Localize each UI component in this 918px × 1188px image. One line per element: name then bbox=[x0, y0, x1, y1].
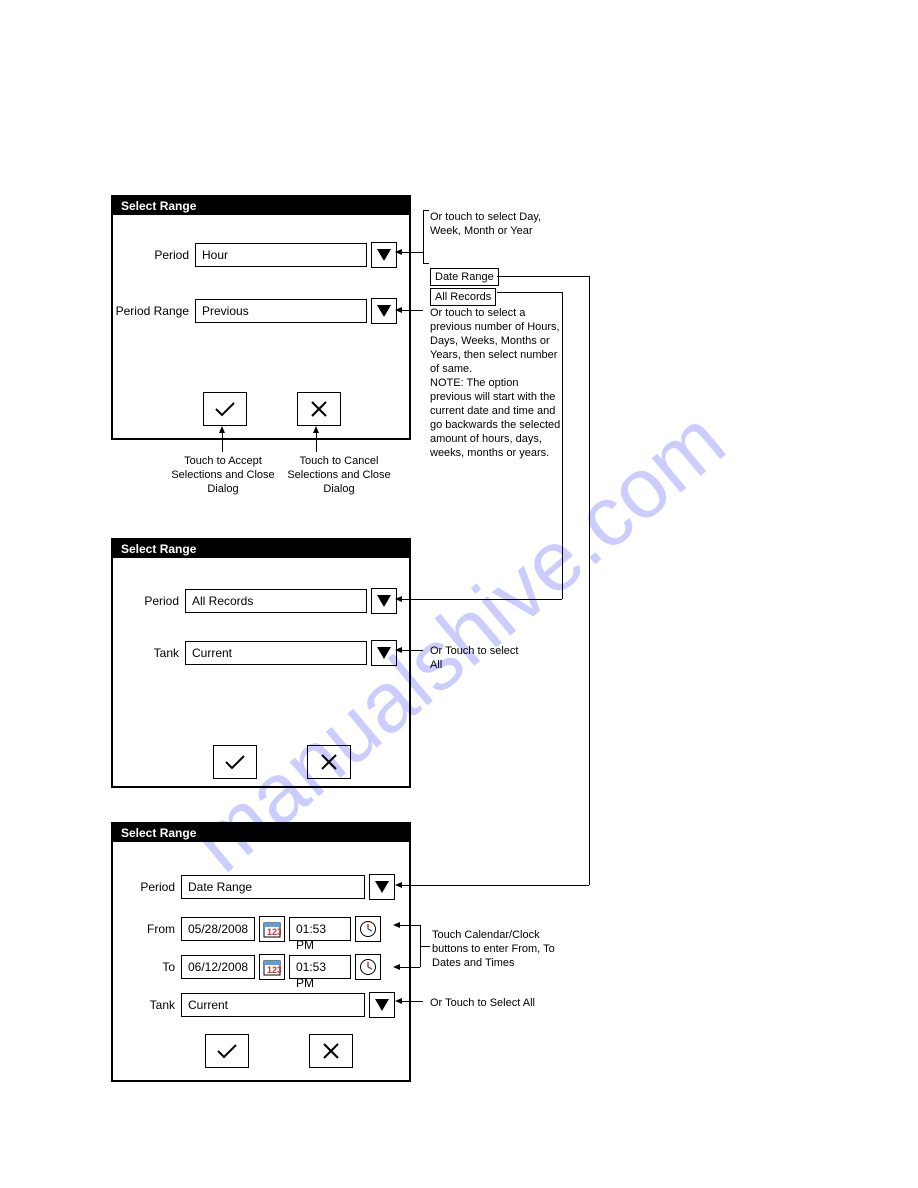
clock-button[interactable] bbox=[355, 954, 381, 980]
x-icon bbox=[310, 400, 328, 418]
chevron-down-icon bbox=[377, 305, 391, 317]
line bbox=[420, 946, 430, 947]
cancel-button[interactable] bbox=[307, 745, 351, 779]
line bbox=[400, 310, 423, 311]
dialog-select-range-3: Select Range Period Date Range From 05/2… bbox=[111, 822, 411, 1082]
dialog-title: Select Range bbox=[113, 197, 409, 215]
line bbox=[423, 210, 424, 263]
callout-tank-all-3: Or Touch to Select All bbox=[430, 996, 540, 1010]
x-icon bbox=[320, 753, 338, 771]
tank-dropdown[interactable] bbox=[369, 992, 395, 1018]
period-label: Period bbox=[123, 248, 189, 262]
dialog-select-range-2: Select Range Period All Records Tank Cur… bbox=[111, 538, 411, 788]
chevron-down-icon bbox=[375, 999, 389, 1011]
callout-cancel: Touch to Cancel Selections and Close Dia… bbox=[284, 454, 394, 496]
period-field[interactable]: Date Range bbox=[181, 875, 365, 899]
line bbox=[497, 276, 589, 277]
calendar-icon: 123 bbox=[263, 958, 281, 976]
period-range-label: Period Range bbox=[113, 304, 189, 318]
arrow-line bbox=[222, 432, 223, 452]
arrowhead bbox=[395, 998, 402, 1004]
arrowhead bbox=[395, 596, 402, 602]
line bbox=[423, 263, 429, 264]
boxed-daterange: Date Range bbox=[430, 268, 499, 286]
cancel-button[interactable] bbox=[297, 392, 341, 426]
check-icon bbox=[216, 1042, 238, 1060]
callout-range-long: Or touch to select a previous number of … bbox=[430, 306, 562, 460]
chevron-down-icon bbox=[377, 249, 391, 261]
period-range-dropdown[interactable] bbox=[371, 298, 397, 324]
svg-text:123: 123 bbox=[267, 965, 281, 975]
line bbox=[400, 650, 423, 651]
dialog-title: Select Range bbox=[113, 824, 409, 842]
from-date-field[interactable]: 05/28/2008 bbox=[181, 917, 255, 941]
arrowhead bbox=[393, 964, 400, 970]
callout-accept: Touch to Accept Selections and Close Dia… bbox=[168, 454, 278, 496]
dialog-title: Select Range bbox=[113, 540, 409, 558]
line bbox=[400, 1001, 423, 1002]
period-range-field[interactable]: Previous bbox=[195, 299, 367, 323]
period-dropdown[interactable] bbox=[371, 242, 397, 268]
ok-button[interactable] bbox=[205, 1034, 249, 1068]
chevron-down-icon bbox=[377, 595, 391, 607]
tank-label: Tank bbox=[123, 998, 175, 1012]
line bbox=[497, 292, 562, 293]
line bbox=[562, 292, 563, 599]
line bbox=[400, 885, 589, 886]
cancel-button[interactable] bbox=[309, 1034, 353, 1068]
chevron-down-icon bbox=[375, 881, 389, 893]
period-field[interactable]: All Records bbox=[185, 589, 367, 613]
x-icon bbox=[322, 1042, 340, 1060]
boxed-allrecords: All Records bbox=[430, 288, 496, 306]
calendar-button[interactable]: 123 bbox=[259, 916, 285, 942]
arrowhead bbox=[395, 647, 402, 653]
line bbox=[423, 210, 429, 211]
line bbox=[398, 925, 420, 926]
chevron-down-icon bbox=[377, 647, 391, 659]
period-dropdown[interactable] bbox=[371, 588, 397, 614]
dialog-select-range-1: Select Range Period Hour Period Range Pr… bbox=[111, 195, 411, 440]
period-field[interactable]: Hour bbox=[195, 243, 367, 267]
tank-label: Tank bbox=[123, 646, 179, 660]
callout-period-opts: Or touch to select Day, Week, Month or Y… bbox=[430, 210, 550, 238]
check-icon bbox=[214, 400, 236, 418]
calendar-button[interactable]: 123 bbox=[259, 954, 285, 980]
arrowhead bbox=[395, 307, 402, 313]
period-label: Period bbox=[123, 880, 175, 894]
check-icon bbox=[224, 753, 246, 771]
svg-text:123: 123 bbox=[267, 927, 281, 937]
period-label: Period bbox=[123, 594, 179, 608]
from-time-field[interactable]: 01:53 PM bbox=[289, 917, 351, 941]
to-date-field[interactable]: 06/12/2008 bbox=[181, 955, 255, 979]
from-label: From bbox=[123, 922, 175, 936]
to-time-field[interactable]: 01:53 PM bbox=[289, 955, 351, 979]
tank-dropdown[interactable] bbox=[371, 640, 397, 666]
period-dropdown[interactable] bbox=[369, 874, 395, 900]
clock-button[interactable] bbox=[355, 916, 381, 942]
arrowhead bbox=[395, 882, 402, 888]
tank-field[interactable]: Current bbox=[185, 641, 367, 665]
arrowhead bbox=[395, 249, 402, 255]
callout-cal-clock: Touch Calendar/Clock buttons to enter Fr… bbox=[432, 928, 572, 970]
ok-button[interactable] bbox=[203, 392, 247, 426]
callout-tank-all: Or Touch to select All bbox=[430, 644, 520, 672]
callout-date-range-box: Date Range All Records bbox=[430, 268, 499, 308]
tank-field[interactable]: Current bbox=[181, 993, 365, 1017]
line bbox=[398, 967, 420, 968]
clock-icon bbox=[359, 958, 377, 976]
arrowhead bbox=[393, 922, 400, 928]
line bbox=[400, 252, 423, 253]
clock-icon bbox=[359, 920, 377, 938]
arrow-line bbox=[316, 432, 317, 452]
line bbox=[589, 276, 590, 885]
calendar-icon: 123 bbox=[263, 920, 281, 938]
ok-button[interactable] bbox=[213, 745, 257, 779]
line bbox=[400, 599, 562, 600]
to-label: To bbox=[123, 960, 175, 974]
